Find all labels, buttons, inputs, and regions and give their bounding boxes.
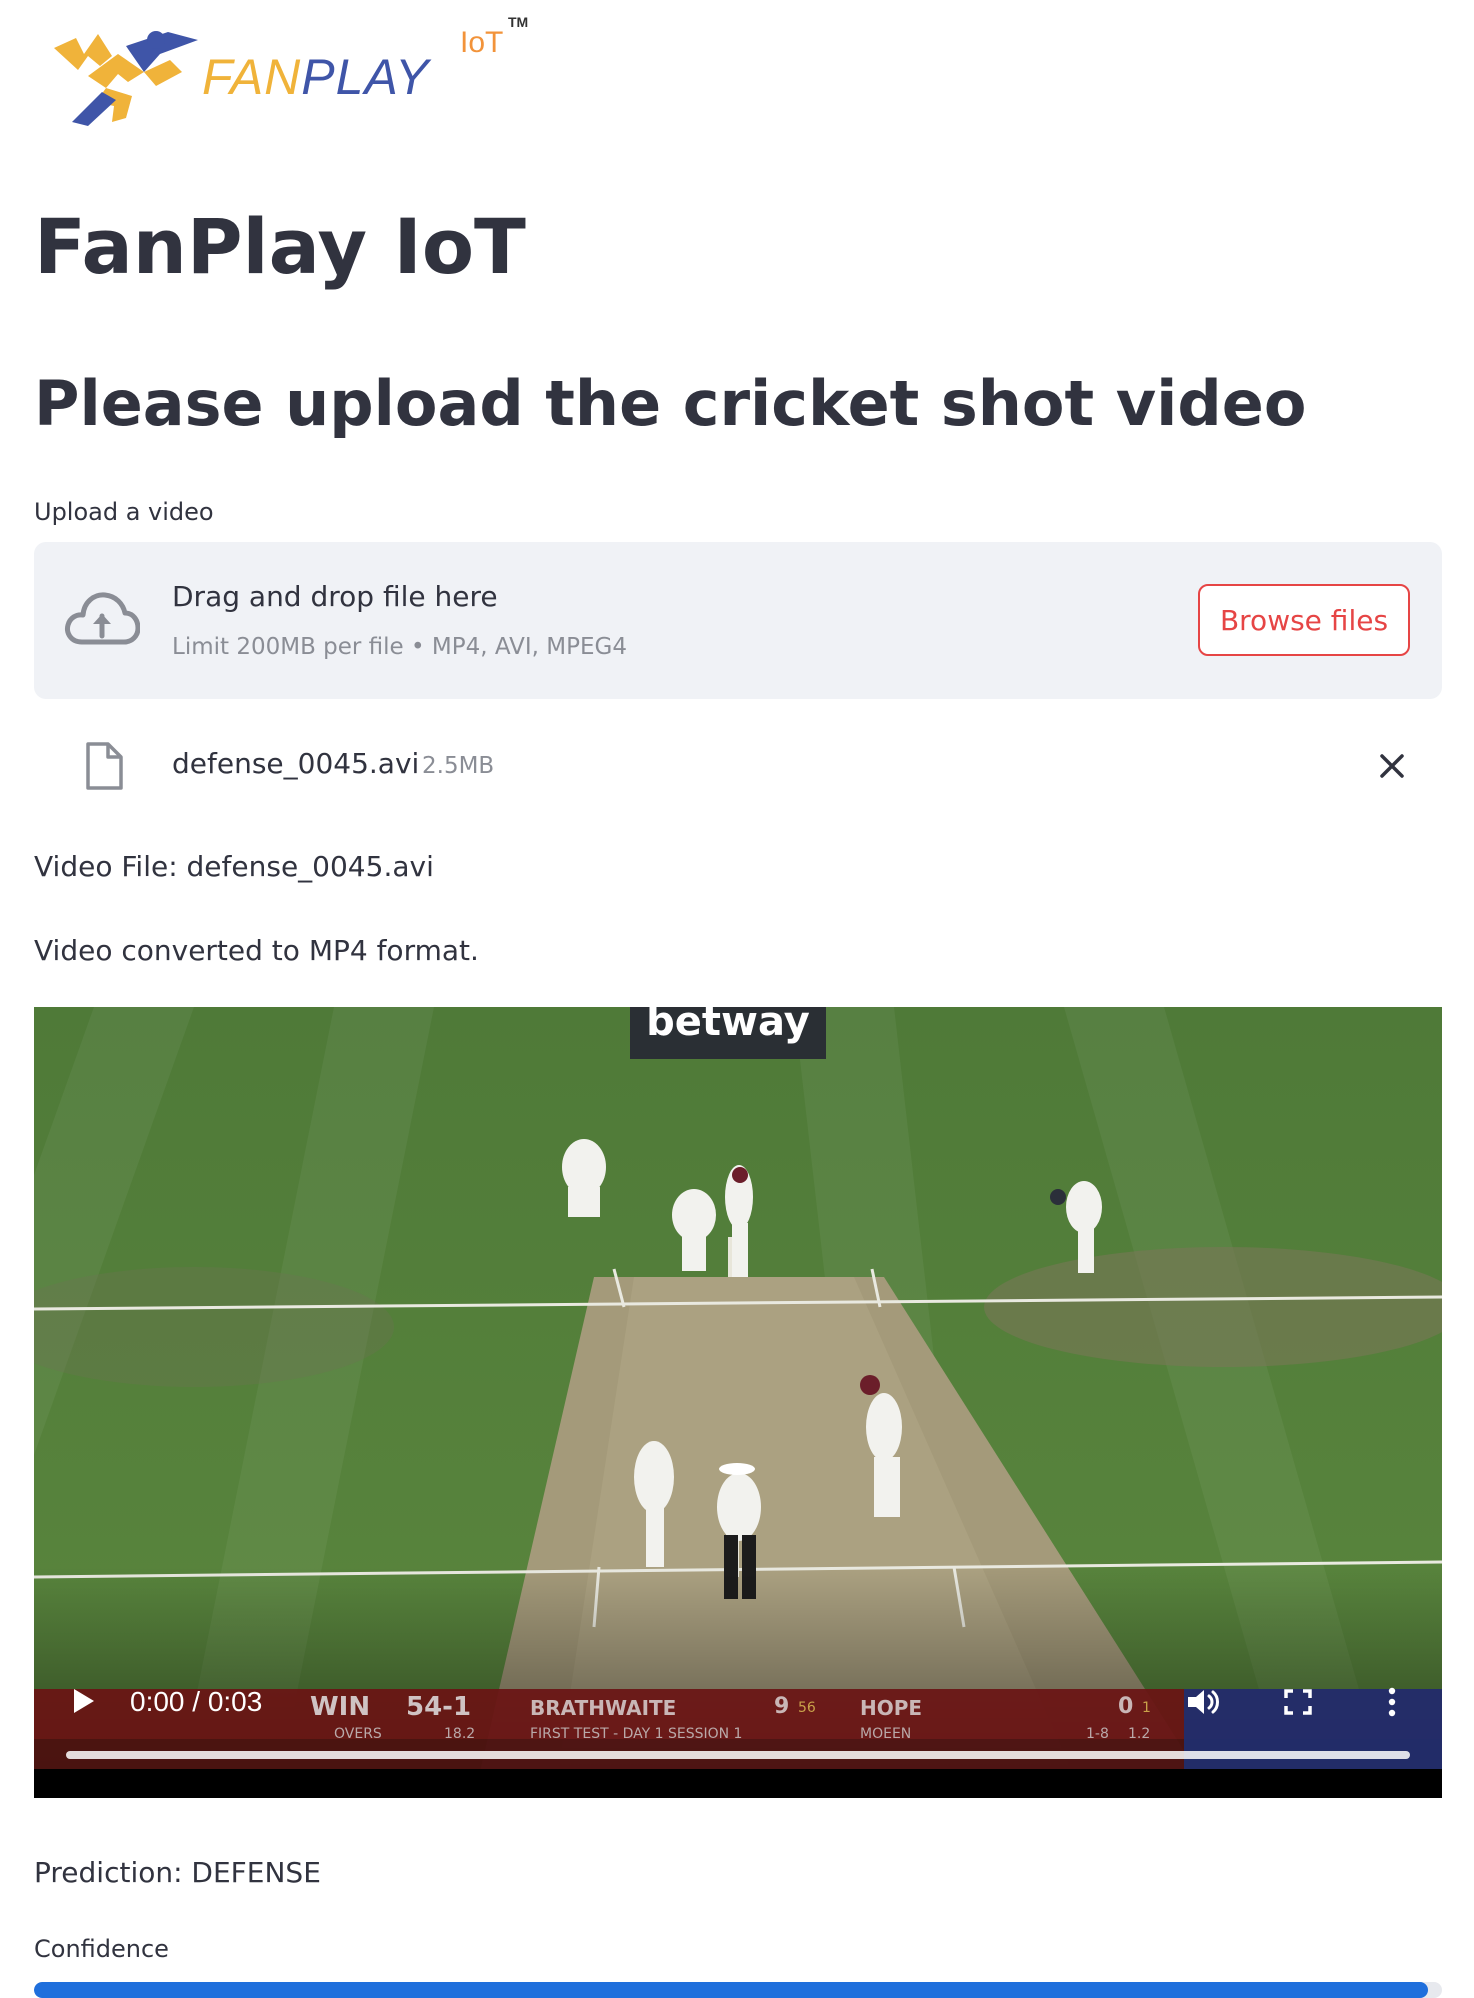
play-icon[interactable] [72,1687,96,1715]
video-frame: betway [34,1007,1442,1798]
volume-icon[interactable] [1186,1687,1222,1717]
bowler-figures: 1-8 [1086,1726,1109,1742]
page-title: FanPlay IoT [34,202,526,291]
converted-text: Video converted to MP4 format. [34,934,479,967]
logo-trademark: TM [508,14,529,30]
bowler-overs: 1.2 [1128,1726,1151,1742]
more-options-icon[interactable] [1386,1687,1398,1717]
fullscreen-icon[interactable] [1284,1689,1312,1715]
confidence-bar-fill [34,1982,1428,1998]
uploaded-file-size: 2.5MB [422,753,495,779]
logo-wordmark: FANPLAY [202,49,430,105]
video-file-text: Video File: defense_0045.avi [34,850,434,883]
batter1-runs: 9 [774,1694,790,1719]
video-time: 0:00 / 0:03 [130,1686,263,1717]
fanplay-logo: FANPLAY IoT TM [48,12,548,127]
batter2-runs: 0 [1118,1694,1134,1719]
betway-banner: betway [646,1007,810,1045]
batter2-balls: 1 [1142,1700,1151,1716]
batter1-name: BRATHWAITE [530,1696,677,1720]
dropzone-title: Drag and drop file here [172,580,498,613]
uploaded-file-name: defense_0045.avi [172,747,420,780]
batter1-balls: 56 [798,1700,816,1716]
video-player[interactable]: betway WIN 54-1 OVERS 18.2 BRATHWAITE 9 … [34,1007,1442,1798]
browse-files-button[interactable]: Browse files [1198,584,1410,656]
match-info: FIRST TEST - DAY 1 SESSION 1 [530,1726,743,1742]
score-runs: 54-1 [406,1692,472,1722]
confidence-bar [34,1982,1442,1998]
confidence-label: Confidence [34,1935,169,1963]
score-overs: 18.2 [444,1726,476,1742]
dropzone-limit: Limit 200MB per file • MP4, AVI, MPEG4 [172,634,627,660]
cloud-upload-icon [65,592,140,645]
logo-iot: IoT [460,26,504,59]
prediction-text: Prediction: DEFENSE [34,1856,321,1889]
close-icon[interactable] [1378,752,1406,780]
file-icon [86,742,123,790]
bowler-name: MOEEN [860,1726,912,1742]
score-overs-label: OVERS [334,1726,382,1742]
file-dropzone[interactable]: Drag and drop file here Limit 200MB per … [34,542,1442,699]
video-seek-bar[interactable] [66,1751,1410,1759]
uploaded-file-row: defense_0045.avi 2.5MB [34,725,1442,795]
runner-logo-icon [54,31,198,126]
page-subtitle: Please upload the cricket shot video [34,367,1307,440]
uploader-label: Upload a video [34,498,214,526]
batter2-name: HOPE [860,1696,923,1720]
score-team: WIN [310,1692,371,1722]
